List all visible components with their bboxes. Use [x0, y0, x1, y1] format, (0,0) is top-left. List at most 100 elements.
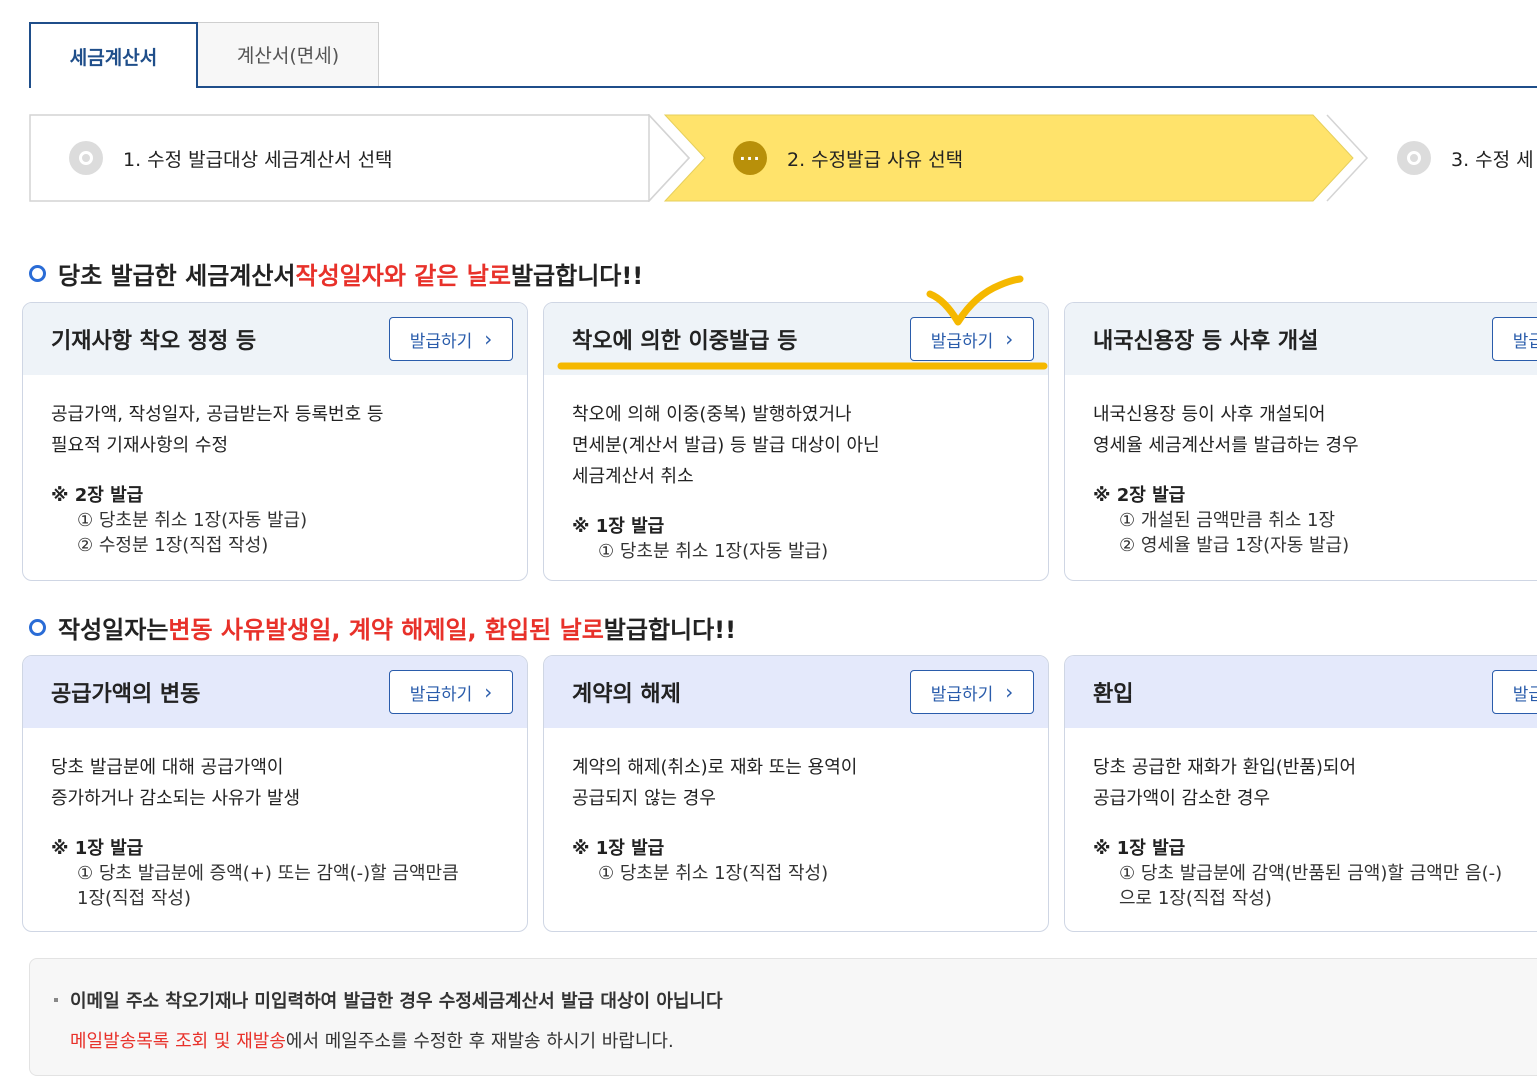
note-lead: ※ 1장 발급 [51, 838, 144, 859]
note-item: ② 영세율 발급 1장(자동 발급) [1119, 535, 1350, 556]
card-body: 착오에 의해 이중(중복) 발행하였거나 면세분(계산서 발급) 등 발급 대상… [544, 375, 1048, 564]
card-header: 내국신용장 등 사후 개설 발급하기› [1065, 303, 1537, 375]
card-note: ※ 1장 발급 ① 당초분 취소 1장(직접 작성) [572, 836, 1020, 886]
note-item: 으로 1장(직접 작성) [1119, 888, 1272, 909]
notice-text: 이메일 주소 착오기재나 미입력하여 발급한 경우 수정세금계산서 발급 대상이… [70, 991, 723, 1012]
issue-button[interactable]: 발급하기› [1492, 317, 1537, 361]
card-header: 계약의 해제 발급하기 › [544, 656, 1048, 728]
step-2-label: 2. 수정발급 사유 선택 [787, 148, 964, 171]
notice-line: 이메일 주소 착오기재나 미입력하여 발급한 경우 수정세금계산서 발급 대상이… [54, 987, 1537, 1013]
step-3-label: 3. 수정 세 [1451, 148, 1534, 171]
issue-button[interactable]: 발급하기 › [910, 317, 1034, 361]
issue-button-label: 발급하기 [409, 331, 473, 352]
card-header: 착오에 의한 이중발급 등 발급하기 › [544, 303, 1048, 375]
card-note: ※ 1장 발급 ① 당초 발급분에 감액(반품된 금액)할 금액만 음(-) 으… [1093, 836, 1537, 911]
section-heading-event-date: 작성일자는 변동 사유발생일, 계약 해제일, 환입된 날로 발급합니다!! [29, 610, 736, 645]
tab-underline [29, 86, 1537, 88]
card-header: 공급가액의 변동 발급하기 › [23, 656, 527, 728]
card-desc-line: 공급가액이 감소한 경우 [1093, 788, 1271, 809]
reason-card-duplicate-issue: 착오에 의한 이중발급 등 발급하기 › 착오에 의해 이중(중복) 발행하였거나… [543, 302, 1049, 581]
note-item: ① 당초분 취소 1장(자동 발급) [598, 541, 829, 562]
note-lead: ※ 1장 발급 [572, 516, 665, 537]
card-body: 계약의 해제(취소)로 재화 또는 용역이 공급되지 않는 경우 ※ 1장 발급… [544, 728, 1048, 886]
card-desc-line: 세금계산서 취소 [572, 466, 694, 487]
step-1-label: 1. 수정 발급대상 세금계산서 선택 [123, 148, 393, 171]
card-body: 공급가액, 작성일자, 공급받는자 등록번호 등 필요적 기재사항의 수정 ※ … [23, 375, 527, 558]
mail-resend-link[interactable]: 메일발송목록 조회 및 재발송 [70, 1031, 286, 1052]
note-lead: ※ 1장 발급 [1093, 838, 1186, 859]
card-desc-line: 면세분(계산서 발급) 등 발급 대상이 아닌 [572, 435, 880, 456]
issue-button-label: 발급하기 [1512, 331, 1537, 352]
bullet-square-icon [54, 998, 58, 1002]
card-note: ※ 2장 발급 ① 당초분 취소 1장(자동 발급) ② 수정분 1장(직접 작… [51, 483, 499, 558]
card-title: 공급가액의 변동 [51, 682, 201, 707]
card-note: ※ 1장 발급 ① 당초분 취소 1장(자동 발급) [572, 514, 1020, 564]
card-header: 기재사항 착오 정정 등 발급하기 › [23, 303, 527, 375]
chevron-right-icon: › [1005, 680, 1014, 704]
card-desc-line: 공급되지 않는 경우 [572, 788, 716, 809]
email-notice-box: 이메일 주소 착오기재나 미입력하여 발급한 경우 수정세금계산서 발급 대상이… [29, 958, 1537, 1076]
card-body: 당초 발급분에 대해 공급가액이 증가하거나 감소되는 사유가 발생 ※ 1장 … [23, 728, 527, 911]
bullet-ring-icon [29, 619, 46, 636]
reason-card-amount-change: 공급가액의 변동 발급하기 › 당초 발급분에 대해 공급가액이 증가하거나 감소… [22, 655, 528, 932]
card-title: 계약의 해제 [572, 682, 681, 707]
reason-card-contract-cancel: 계약의 해제 발급하기 › 계약의 해제(취소)로 재화 또는 용역이 공급되지 … [543, 655, 1049, 932]
card-title: 내국신용장 등 사후 개설 [1093, 329, 1319, 354]
chevron-right-icon: › [1005, 327, 1014, 351]
card-desc-line: 당초 발급분에 대해 공급가액이 [51, 757, 284, 778]
note-item: ① 당초분 취소 1장(자동 발급) [77, 510, 308, 531]
issue-button-label: 발급하기 [930, 331, 994, 352]
step-3: 3. 수정 세 [1397, 114, 1534, 202]
issue-button[interactable]: 발급하기 › [389, 670, 513, 714]
issue-button[interactable]: 발급하기› [1492, 670, 1537, 714]
card-desc-line: 영세율 세금계산서를 발급하는 경우 [1093, 435, 1359, 456]
card-title: 환입 [1093, 682, 1134, 707]
note-item: ① 당초분 취소 1장(직접 작성) [598, 863, 829, 884]
step-pending-icon [1397, 141, 1431, 175]
note-item: ② 수정분 1장(직접 작성) [77, 535, 269, 556]
reason-card-entry-error: 기재사항 착오 정정 등 발급하기 › 공급가액, 작성일자, 공급받는자 등록번… [22, 302, 528, 581]
note-lead: ※ 1장 발급 [572, 838, 665, 859]
tab-invoice-tax-exempt[interactable]: 계산서(면세) [197, 22, 379, 86]
note-lead: ※ 2장 발급 [1093, 485, 1186, 506]
issue-button-label: 발급하기 [409, 684, 473, 705]
note-item: ① 당초 발급분에 증액(+) 또는 감액(-)할 금액만큼 [77, 863, 459, 884]
heading-highlight: 변동 사유발생일, 계약 해제일, 환입된 날로 [168, 616, 604, 644]
issue-button-label: 발급하기 [1512, 684, 1537, 705]
issue-button-label: 발급하기 [930, 684, 994, 705]
note-item: 1장(직접 작성) [77, 888, 192, 909]
card-desc-line: 공급가액, 작성일자, 공급받는자 등록번호 등 [51, 404, 384, 425]
notice-line-2: 메일발송목록 조회 및 재발송에서 메일주소를 수정한 후 재발송 하시기 바랍… [54, 1027, 1537, 1053]
section-heading-same-date: 당초 발급한 세금계산서 작성일자와 같은 날로 발급합니다!! [29, 256, 643, 291]
chevron-right-icon: › [484, 680, 493, 704]
heading-text-end: 발급합니다!! [603, 616, 737, 644]
tab-bar: 세금계산서 계산서(면세) [29, 22, 1537, 88]
issue-button[interactable]: 발급하기 › [910, 670, 1034, 714]
heading-text: 당초 발급한 세금계산서 [58, 262, 296, 290]
heading-text: 작성일자는 [58, 616, 169, 644]
chevron-right-icon: › [484, 327, 493, 351]
card-body: 내국신용장 등이 사후 개설되어 영세율 세금계산서를 발급하는 경우 ※ 2장… [1065, 375, 1537, 558]
card-header: 환입 발급하기› [1065, 656, 1537, 728]
card-title: 기재사항 착오 정정 등 [51, 329, 257, 354]
step-1: 1. 수정 발급대상 세금계산서 선택 [69, 114, 393, 202]
bullet-ring-icon [29, 265, 46, 282]
issue-button[interactable]: 발급하기 › [389, 317, 513, 361]
card-note: ※ 1장 발급 ① 당초 발급분에 증액(+) 또는 감액(-)할 금액만큼 1… [51, 836, 499, 911]
card-desc-line: 당초 공급한 재화가 환입(반품)되어 [1093, 757, 1357, 778]
step-indicator: 1. 수정 발급대상 세금계산서 선택 ··· 2. 수정발급 사유 선택 3.… [29, 114, 1537, 202]
reason-card-local-lc: 내국신용장 등 사후 개설 발급하기› 내국신용장 등이 사후 개설되어 영세율… [1064, 302, 1537, 581]
card-note: ※ 2장 발급 ① 개설된 금액만큼 취소 1장 ② 영세율 발급 1장(자동 … [1093, 483, 1537, 558]
note-lead: ※ 2장 발급 [51, 485, 144, 506]
card-desc-line: 증가하거나 감소되는 사유가 발생 [51, 788, 301, 809]
notice-text-2: 에서 메일주소를 수정한 후 재발송 하시기 바랍니다. [285, 1031, 674, 1052]
heading-text-end: 발급합니다!! [510, 262, 644, 290]
card-desc-line: 내국신용장 등이 사후 개설되어 [1093, 404, 1326, 425]
tab-tax-invoice[interactable]: 세금계산서 [29, 22, 198, 88]
card-desc-line: 착오에 의해 이중(중복) 발행하였거나 [572, 404, 852, 425]
card-desc-line: 계약의 해제(취소)로 재화 또는 용역이 [572, 757, 858, 778]
card-desc-line: 필요적 기재사항의 수정 [51, 435, 229, 456]
reason-card-return: 환입 발급하기› 당초 공급한 재화가 환입(반품)되어 공급가액이 감소한 경… [1064, 655, 1537, 932]
step-done-icon [69, 141, 103, 175]
step-2: ··· 2. 수정발급 사유 선택 [733, 114, 963, 202]
